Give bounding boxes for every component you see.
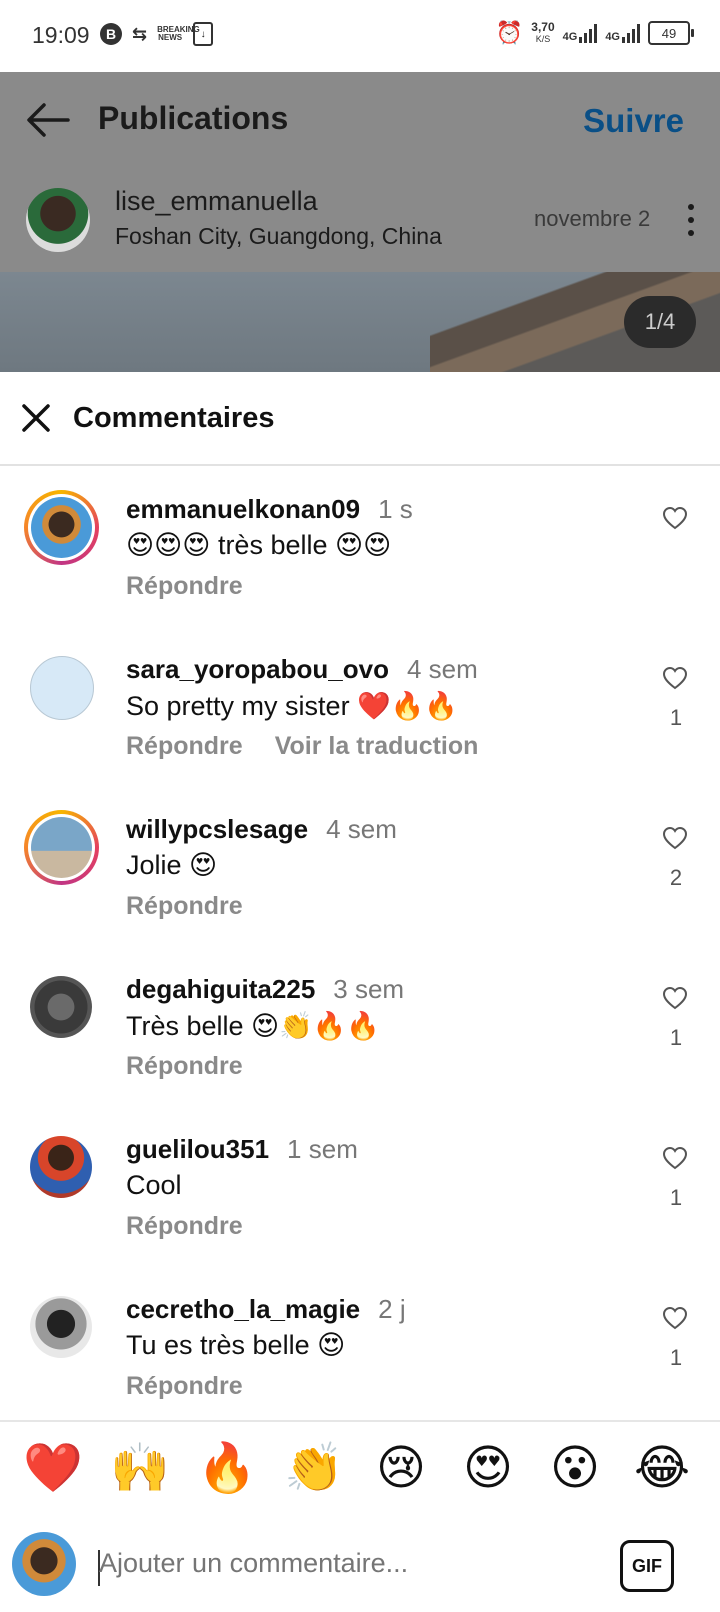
signal-bars-icon xyxy=(622,23,640,43)
comment-time: 1 sem xyxy=(287,1134,358,1164)
emoji-clapping-hands[interactable]: 👏 xyxy=(281,1440,347,1498)
like-heart-icon[interactable] xyxy=(662,1146,688,1170)
post-location[interactable]: Foshan City, Guangdong, China xyxy=(115,223,442,250)
comment-time: 2 j xyxy=(378,1294,406,1324)
comment-time: 4 sem xyxy=(406,654,478,684)
like-heart-icon[interactable] xyxy=(662,666,688,690)
comments-title: Commentaires xyxy=(73,402,275,434)
status-bar: 19:09 B ⇆ BREAKING NEWS ↓ ⏰ 3,70 K/S 4G … xyxy=(0,0,720,72)
see-translation-button[interactable]: Voir la traduction xyxy=(275,732,479,760)
signal-bars-icon xyxy=(579,23,598,43)
comment-text: Très belle 😍👏🔥🔥 xyxy=(126,1011,381,1041)
avatar[interactable] xyxy=(30,656,94,720)
post-date: novembre 2 xyxy=(534,206,651,231)
like-heart-icon[interactable] xyxy=(662,986,688,1010)
reply-button[interactable]: Répondre xyxy=(126,572,243,600)
comment-username[interactable]: emmanuelkonan09 1 s xyxy=(126,494,413,525)
like-heart-icon[interactable] xyxy=(662,826,688,850)
comment-input[interactable] xyxy=(99,1548,579,1579)
emoji-surprised-face[interactable]: 😮 xyxy=(542,1440,608,1498)
avatar[interactable] xyxy=(30,1136,92,1198)
reply-button[interactable]: Répondre xyxy=(126,732,243,760)
like-count: 1 xyxy=(669,1025,683,1050)
current-user-avatar xyxy=(12,1532,76,1596)
status-system-icons: ⏰ 3,70 K/S 4G 4G 49 xyxy=(495,20,694,46)
gif-button[interactable]: GIF xyxy=(620,1540,674,1592)
close-icon[interactable] xyxy=(18,400,54,436)
comment-text: So pretty my sister ❤️🔥🔥 xyxy=(126,691,458,721)
reply-button[interactable]: Répondre xyxy=(126,1372,243,1400)
reply-button[interactable]: Répondre xyxy=(126,1212,243,1240)
network-speed: 3,70 K/S xyxy=(531,20,555,44)
post-author-username[interactable]: lise_emmanuella xyxy=(115,186,318,217)
comment-text: Cool xyxy=(126,1170,182,1200)
comment-item: cecretho_la_magie 2 j Tu es très belle 😍 … xyxy=(0,1272,720,1420)
emoji-tears-of-joy[interactable]: 😂 xyxy=(629,1440,695,1498)
page-title: Publications xyxy=(98,100,289,136)
comment-item: degahiguita225 3 sem Très belle 😍👏🔥🔥 Répo… xyxy=(0,952,720,1112)
comment-item: willypcslesage 4 sem Jolie 😍 Répondre 2 xyxy=(0,792,720,952)
bitcoin-icon: B xyxy=(100,23,122,45)
emoji-quick-bar: ❤️ 🙌 🔥 👏 😢 😍 😮 😂 xyxy=(0,1420,720,1520)
comment-actions: Répondre xyxy=(126,1212,243,1241)
comment-actions: Répondre xyxy=(126,1052,243,1081)
back-arrow-icon[interactable] xyxy=(24,96,72,144)
comment-username[interactable]: degahiguita225 3 sem xyxy=(126,974,404,1005)
post-author-avatar[interactable] xyxy=(26,188,90,252)
download-icon: ↓ xyxy=(193,22,214,46)
comment-input-bar: GIF xyxy=(0,1518,720,1612)
comment-item: emmanuelkonan09 1 s 😍😍😍 très belle 😍😍 Rép… xyxy=(0,472,720,632)
status-notification-icons: B ⇆ BREAKING NEWS ↓ xyxy=(100,22,214,46)
battery-icon: 49 xyxy=(648,21,694,45)
avatar[interactable] xyxy=(30,1296,92,1358)
reply-button[interactable]: Répondre xyxy=(126,1052,243,1080)
comment-text: Jolie 😍 xyxy=(126,850,218,880)
avatar[interactable] xyxy=(30,976,92,1038)
like-heart-icon[interactable] xyxy=(662,506,688,530)
signal-1: 4G xyxy=(563,23,598,43)
comment-text: 😍😍😍 très belle 😍😍 xyxy=(126,530,392,560)
comment-actions: Répondre xyxy=(126,572,243,601)
news-icon: BREAKING NEWS xyxy=(157,25,200,42)
emoji-heart-eyes[interactable]: 😍 xyxy=(455,1440,521,1498)
comment-text: Tu es très belle 😍 xyxy=(126,1330,346,1360)
comment-item: guelilou351 1 sem Cool Répondre 1 xyxy=(0,1112,720,1272)
reply-button[interactable]: Répondre xyxy=(126,892,243,920)
comment-item: sara_yoropabou_ovo 4 sem So pretty my sis… xyxy=(0,632,720,792)
comment-username[interactable]: cecretho_la_magie 2 j xyxy=(126,1294,406,1325)
emoji-fire[interactable]: 🔥 xyxy=(194,1440,260,1498)
signal-2: 4G xyxy=(605,23,640,43)
status-time: 19:09 xyxy=(32,22,90,48)
emoji-raised-hands[interactable]: 🙌 xyxy=(107,1440,173,1498)
comment-actions: Répondre xyxy=(126,1372,243,1401)
emoji-heart[interactable]: ❤️ xyxy=(20,1440,86,1498)
avatar[interactable] xyxy=(31,497,92,558)
alarm-icon: ⏰ xyxy=(495,20,524,45)
image-counter: 1/4 xyxy=(624,296,696,348)
more-options-icon[interactable] xyxy=(686,204,696,238)
like-count: 2 xyxy=(669,865,683,890)
follow-button[interactable]: Suivre xyxy=(583,102,684,140)
emoji-crying-face[interactable]: 😢 xyxy=(368,1440,434,1498)
comment-time: 4 sem xyxy=(326,814,397,844)
comment-time: 1 s xyxy=(378,494,413,524)
comment-actions: Répondre Voir la traduction xyxy=(126,732,478,761)
like-count: 1 xyxy=(669,1345,683,1370)
sync-icon: ⇆ xyxy=(132,23,148,44)
comment-actions: Répondre xyxy=(126,892,243,921)
like-heart-icon[interactable] xyxy=(662,1306,688,1330)
comment-username[interactable]: sara_yoropabou_ovo 4 sem xyxy=(126,654,478,685)
comment-username[interactable]: guelilou351 1 sem xyxy=(126,1134,358,1165)
comment-username[interactable]: willypcslesage 4 sem xyxy=(126,814,397,845)
avatar[interactable] xyxy=(31,817,92,878)
like-count: 1 xyxy=(669,1185,683,1210)
like-count: 1 xyxy=(669,705,683,730)
comment-time: 3 sem xyxy=(333,974,405,1004)
divider xyxy=(0,464,720,466)
post-image[interactable] xyxy=(0,272,720,372)
